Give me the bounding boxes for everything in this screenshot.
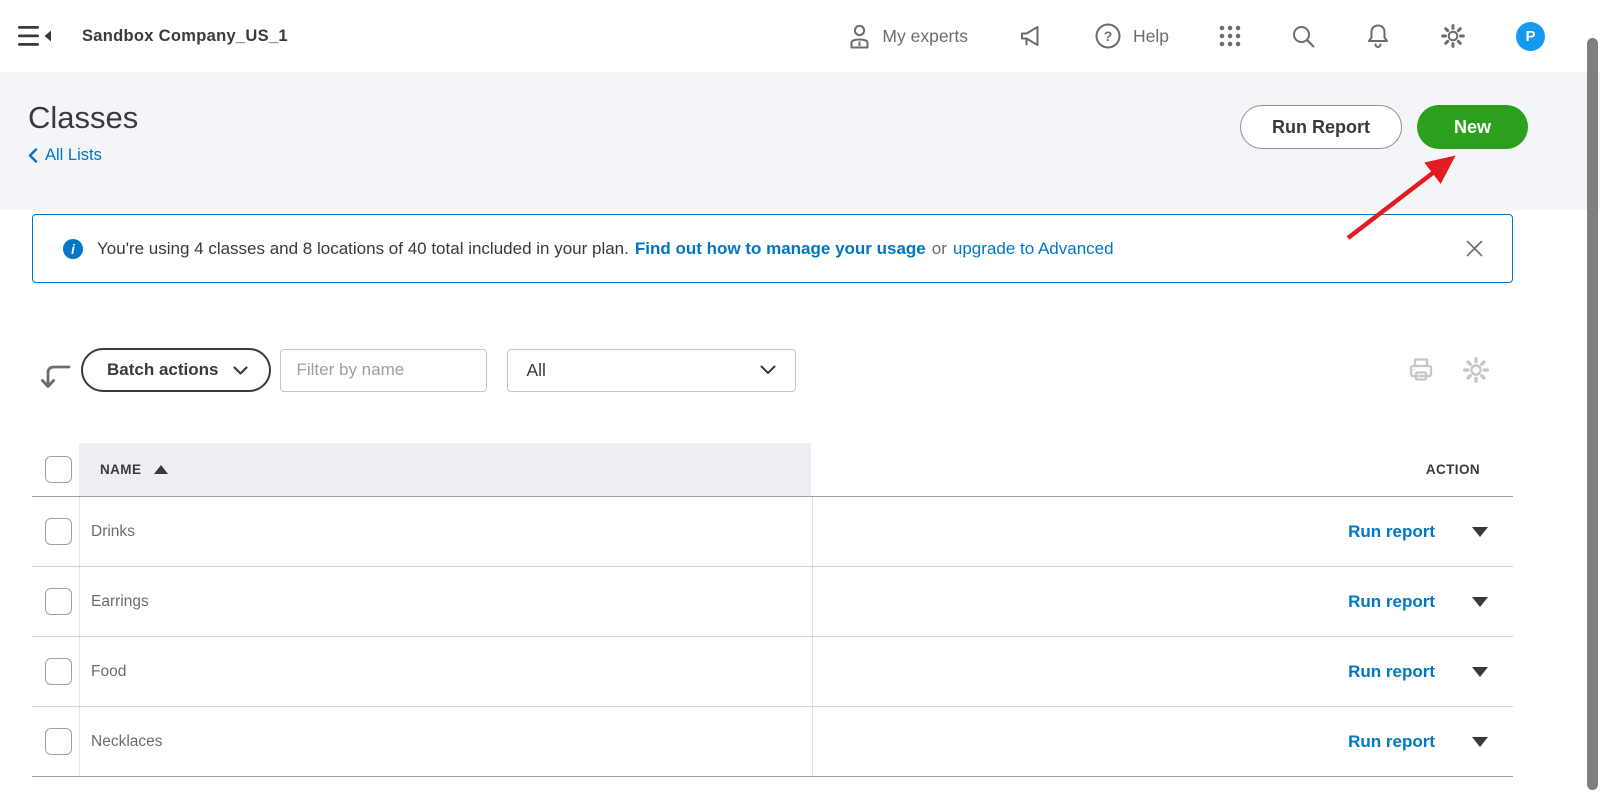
action-dropdown-icon[interactable] — [1472, 667, 1488, 677]
page-header: Classes All Lists Run Report New — [0, 72, 1600, 210]
chevron-down-icon — [233, 366, 248, 375]
banner-conjunction: or — [932, 239, 947, 259]
chevron-down-icon — [760, 365, 776, 375]
notifications-bell-icon[interactable] — [1366, 23, 1390, 49]
usage-banner: i You're using 4 classes and 8 locations… — [32, 214, 1513, 283]
table-header-row: NAME ACTION — [32, 443, 1513, 497]
my-experts-label: My experts — [882, 26, 968, 47]
close-icon[interactable] — [1466, 240, 1483, 257]
type-filter-select[interactable]: All — [507, 349, 796, 392]
name-column-label: NAME — [100, 462, 141, 477]
table-row: Necklaces Run report — [32, 707, 1513, 777]
scrollbar[interactable] — [1587, 38, 1598, 790]
classes-table: NAME ACTION Drinks Run report Earrings — [32, 443, 1513, 777]
svg-text:i: i — [71, 242, 75, 257]
row-checkbox[interactable] — [45, 658, 72, 685]
run-report-link[interactable]: Run report — [1348, 732, 1435, 752]
type-filter-value: All — [526, 360, 545, 381]
manage-usage-link[interactable]: Find out how to manage your usage — [635, 239, 926, 259]
batch-actions-label: Batch actions — [107, 360, 218, 380]
info-icon: i — [63, 239, 83, 259]
usage-banner-message: You're using 4 classes and 8 locations o… — [97, 239, 629, 259]
row-checkbox[interactable] — [45, 728, 72, 755]
company-name: Sandbox Company_US_1 — [82, 27, 288, 46]
sort-ascending-icon — [154, 465, 168, 474]
action-column-label: ACTION — [1426, 462, 1480, 477]
search-icon[interactable] — [1291, 24, 1316, 49]
svg-text:?: ? — [1104, 28, 1113, 44]
apps-grid-icon[interactable] — [1219, 25, 1241, 47]
name-column-header[interactable]: NAME — [79, 443, 811, 496]
megaphone-icon — [1018, 23, 1044, 49]
class-name: Necklaces — [79, 733, 163, 751]
help-icon: ? — [1094, 22, 1122, 50]
select-all-checkbox[interactable] — [45, 456, 72, 483]
all-lists-back-link[interactable]: All Lists — [28, 146, 102, 165]
topbar: Sandbox Company_US_1 My experts — [0, 0, 1600, 72]
new-button[interactable]: New — [1417, 105, 1528, 149]
print-icon[interactable] — [1407, 356, 1435, 384]
page-title: Classes — [28, 99, 138, 137]
column-separator — [812, 497, 813, 776]
table-settings-gear-icon[interactable] — [1462, 356, 1490, 384]
help-label: Help — [1133, 26, 1169, 47]
help-button[interactable]: ? Help — [1094, 22, 1169, 50]
table-row: Earrings Run report — [32, 567, 1513, 637]
run-report-link[interactable]: Run report — [1348, 522, 1435, 542]
upgrade-advanced-link[interactable]: upgrade to Advanced — [953, 239, 1114, 259]
person-icon — [848, 24, 871, 49]
table-body: Drinks Run report Earrings Run report Fo… — [32, 497, 1513, 777]
avatar[interactable]: P — [1516, 22, 1545, 51]
action-dropdown-icon[interactable] — [1472, 597, 1488, 607]
settings-gear-icon[interactable] — [1440, 23, 1466, 49]
batch-actions-button[interactable]: Batch actions — [81, 348, 271, 392]
run-report-link[interactable]: Run report — [1348, 592, 1435, 612]
action-dropdown-icon[interactable] — [1472, 527, 1488, 537]
announcements-button[interactable] — [1018, 23, 1044, 49]
chevron-left-icon — [28, 148, 38, 163]
class-name: Food — [79, 663, 126, 681]
main-content: i You're using 4 classes and 8 locations… — [0, 214, 1600, 777]
class-name: Drinks — [79, 523, 135, 541]
table-row: Food Run report — [32, 637, 1513, 707]
column-separator — [79, 497, 80, 776]
all-lists-label: All Lists — [45, 146, 102, 165]
run-report-link[interactable]: Run report — [1348, 662, 1435, 682]
table-row: Drinks Run report — [32, 497, 1513, 567]
action-dropdown-icon[interactable] — [1472, 737, 1488, 747]
row-checkbox[interactable] — [45, 518, 72, 545]
run-report-button[interactable]: Run Report — [1240, 105, 1402, 149]
sidebar-collapse-icon[interactable] — [18, 25, 52, 47]
class-name: Earrings — [79, 593, 149, 611]
row-checkbox[interactable] — [45, 588, 72, 615]
reorder-arrow-icon[interactable] — [40, 362, 71, 392]
filter-by-name-input[interactable] — [280, 349, 487, 392]
list-toolbar: Batch actions All — [32, 348, 1513, 392]
my-experts-button[interactable]: My experts — [848, 24, 968, 49]
